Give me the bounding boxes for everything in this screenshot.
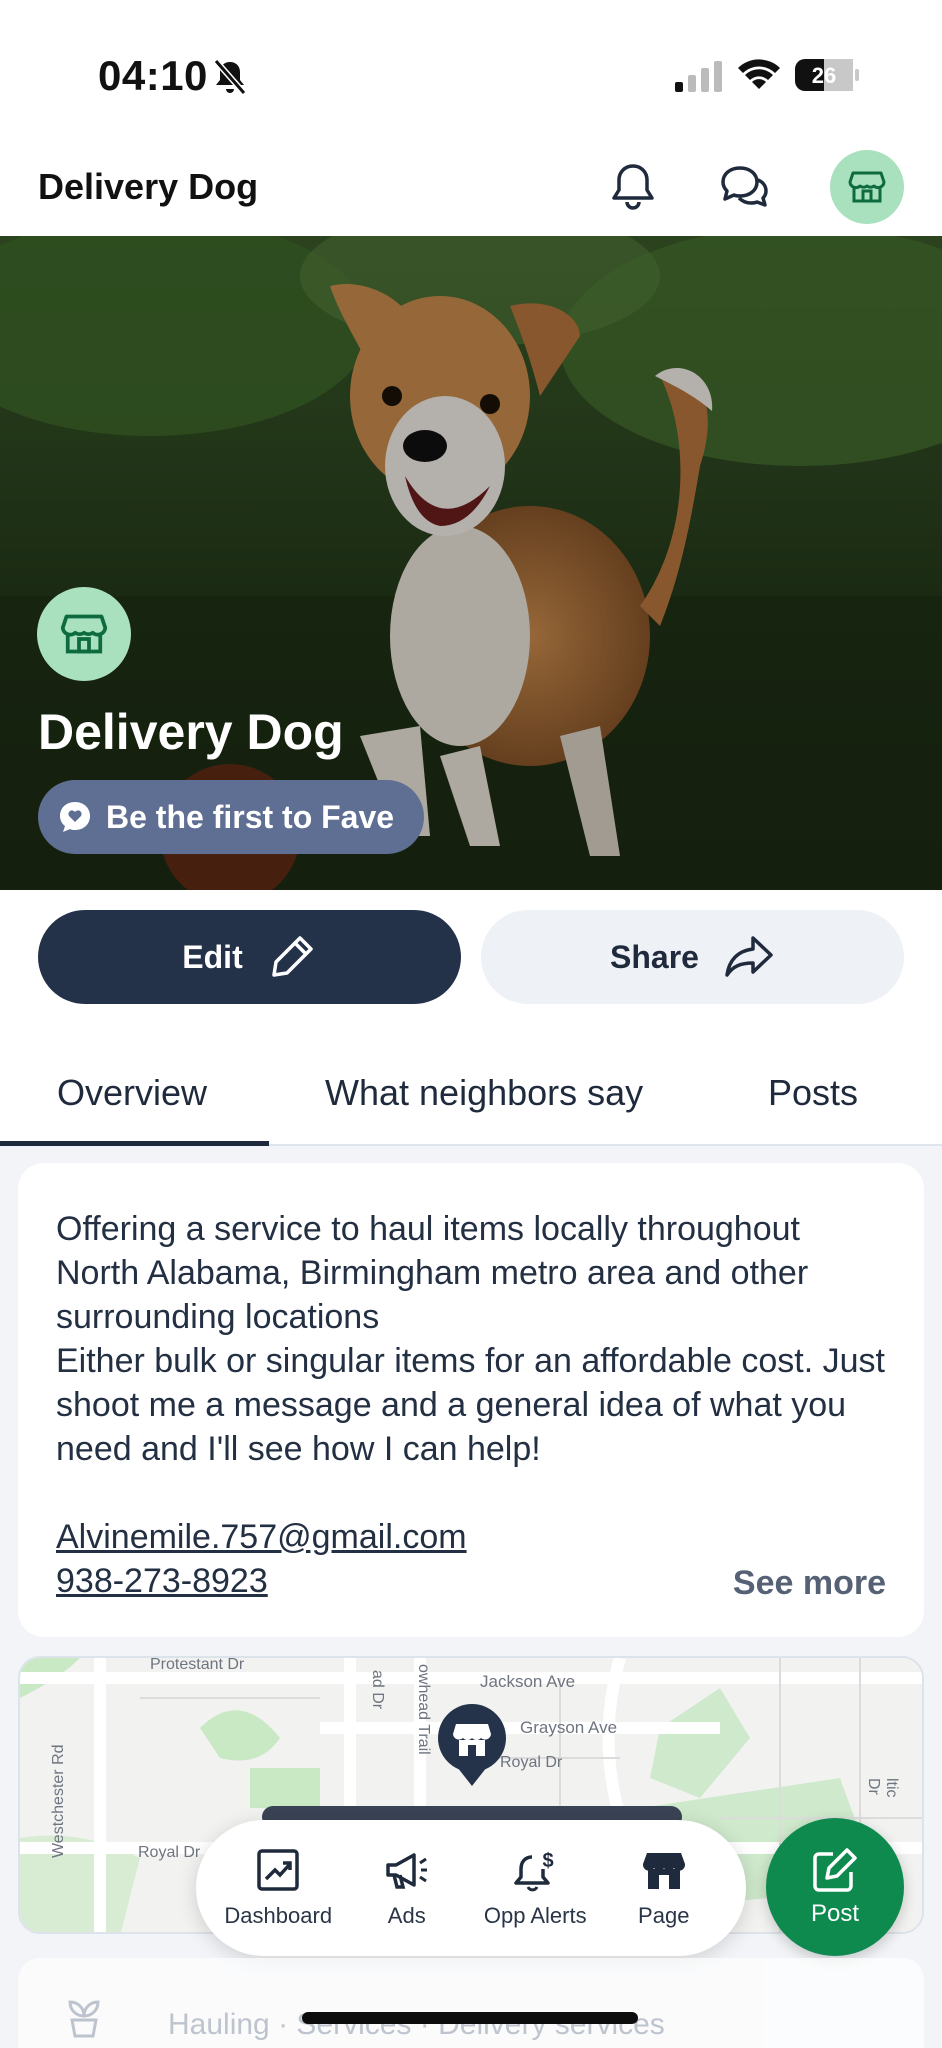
map-street-label: Royal Dr bbox=[138, 1844, 201, 1861]
category-row: Hauling · Services · Delivery services bbox=[18, 1958, 924, 2048]
fave-label: Be the first to Fave bbox=[106, 798, 395, 835]
compose-icon bbox=[813, 1848, 857, 1892]
map-street-label: Westchester Rd bbox=[50, 1744, 67, 1858]
share-arrow-icon bbox=[725, 936, 773, 977]
nav-label: Ads bbox=[387, 1903, 426, 1928]
edit-label: Edit bbox=[182, 938, 243, 975]
app-header: Delivery Dog bbox=[0, 150, 942, 236]
nav-label: Dashboard bbox=[224, 1903, 333, 1928]
contact-links: Alvinemile.757@gmail.com 938-273-8923 Se… bbox=[56, 1515, 886, 1603]
tab-what-neighbors-say[interactable]: What neighbors say bbox=[325, 1072, 643, 1114]
svg-text:$: $ bbox=[543, 1850, 554, 1872]
email-link[interactable]: Alvinemile.757@gmail.com bbox=[56, 1515, 886, 1559]
status-bar: 04:10 26 bbox=[0, 0, 942, 150]
share-label: Share bbox=[610, 938, 699, 975]
map-street-label: Royal Dr bbox=[500, 1754, 563, 1771]
pencil-icon bbox=[271, 936, 313, 977]
wifi-icon bbox=[738, 59, 780, 89]
nav-label: Page bbox=[638, 1903, 690, 1928]
cellular-signal-icon bbox=[675, 61, 722, 92]
map-street-label: Jackson Ave bbox=[480, 1672, 576, 1691]
fave-heart-bubble-icon bbox=[60, 802, 90, 832]
see-more-button[interactable]: See more bbox=[733, 1564, 886, 1603]
page-title: Delivery Dog bbox=[38, 166, 259, 207]
business-avatar bbox=[37, 587, 131, 681]
nav-dashboard[interactable]: Dashboard bbox=[216, 1847, 340, 1929]
tab-bar: Overview What neighbors say Posts bbox=[0, 1042, 942, 1146]
plant-pot-icon bbox=[68, 2000, 100, 2038]
business-avatar-button[interactable] bbox=[830, 150, 904, 224]
nav-ads[interactable]: Ads bbox=[345, 1847, 469, 1929]
storefront-icon bbox=[642, 1853, 685, 1889]
dashboard-chart-icon bbox=[257, 1849, 299, 1891]
battery-level: 26 bbox=[812, 63, 836, 88]
map-street-label: ltic Dr bbox=[865, 1778, 900, 1798]
business-description: Offering a service to haul items locally… bbox=[56, 1210, 885, 1468]
tab-overview[interactable]: Overview bbox=[57, 1072, 207, 1114]
edit-button[interactable]: Edit bbox=[38, 910, 461, 1004]
megaphone-icon bbox=[386, 1853, 427, 1889]
notifications-bell-icon[interactable] bbox=[605, 158, 661, 214]
silent-bell-icon bbox=[213, 59, 247, 95]
fave-button[interactable]: Be the first to Fave bbox=[38, 780, 425, 854]
share-button[interactable]: Share bbox=[481, 910, 904, 1004]
home-indicator[interactable] bbox=[302, 2012, 638, 2024]
map-street-label: owhead Trail bbox=[415, 1664, 432, 1755]
action-buttons: Edit Share bbox=[38, 910, 904, 1004]
nav-opp-alerts[interactable]: $ Opp Alerts bbox=[473, 1847, 597, 1929]
messages-chat-icon[interactable] bbox=[716, 158, 772, 214]
map-street-label: Grayson Ave bbox=[520, 1718, 618, 1737]
storefront-icon bbox=[848, 171, 886, 203]
post-button[interactable]: Post bbox=[766, 1818, 904, 1956]
map-street-label: ad Dr bbox=[369, 1670, 386, 1710]
storefront-icon bbox=[60, 614, 108, 654]
about-card: Offering a service to haul items locally… bbox=[18, 1163, 924, 1637]
nav-label: Opp Alerts bbox=[483, 1903, 587, 1928]
bell-dollar-icon: $ bbox=[514, 1850, 554, 1892]
status-time: 04:10 bbox=[98, 52, 208, 99]
post-label: Post bbox=[810, 1900, 860, 1927]
nav-page[interactable]: Page bbox=[602, 1847, 726, 1929]
battery-icon: 26 bbox=[794, 58, 860, 92]
business-name: Delivery Dog bbox=[38, 704, 344, 760]
map-street-label: Protestant Dr bbox=[150, 1656, 245, 1673]
bottom-navigation: Dashboard Ads $ Opp Alerts Page bbox=[196, 1820, 746, 1956]
hero-banner: Delivery Dog Be the first to Fave bbox=[0, 236, 942, 890]
tab-posts[interactable]: Posts bbox=[768, 1072, 858, 1114]
